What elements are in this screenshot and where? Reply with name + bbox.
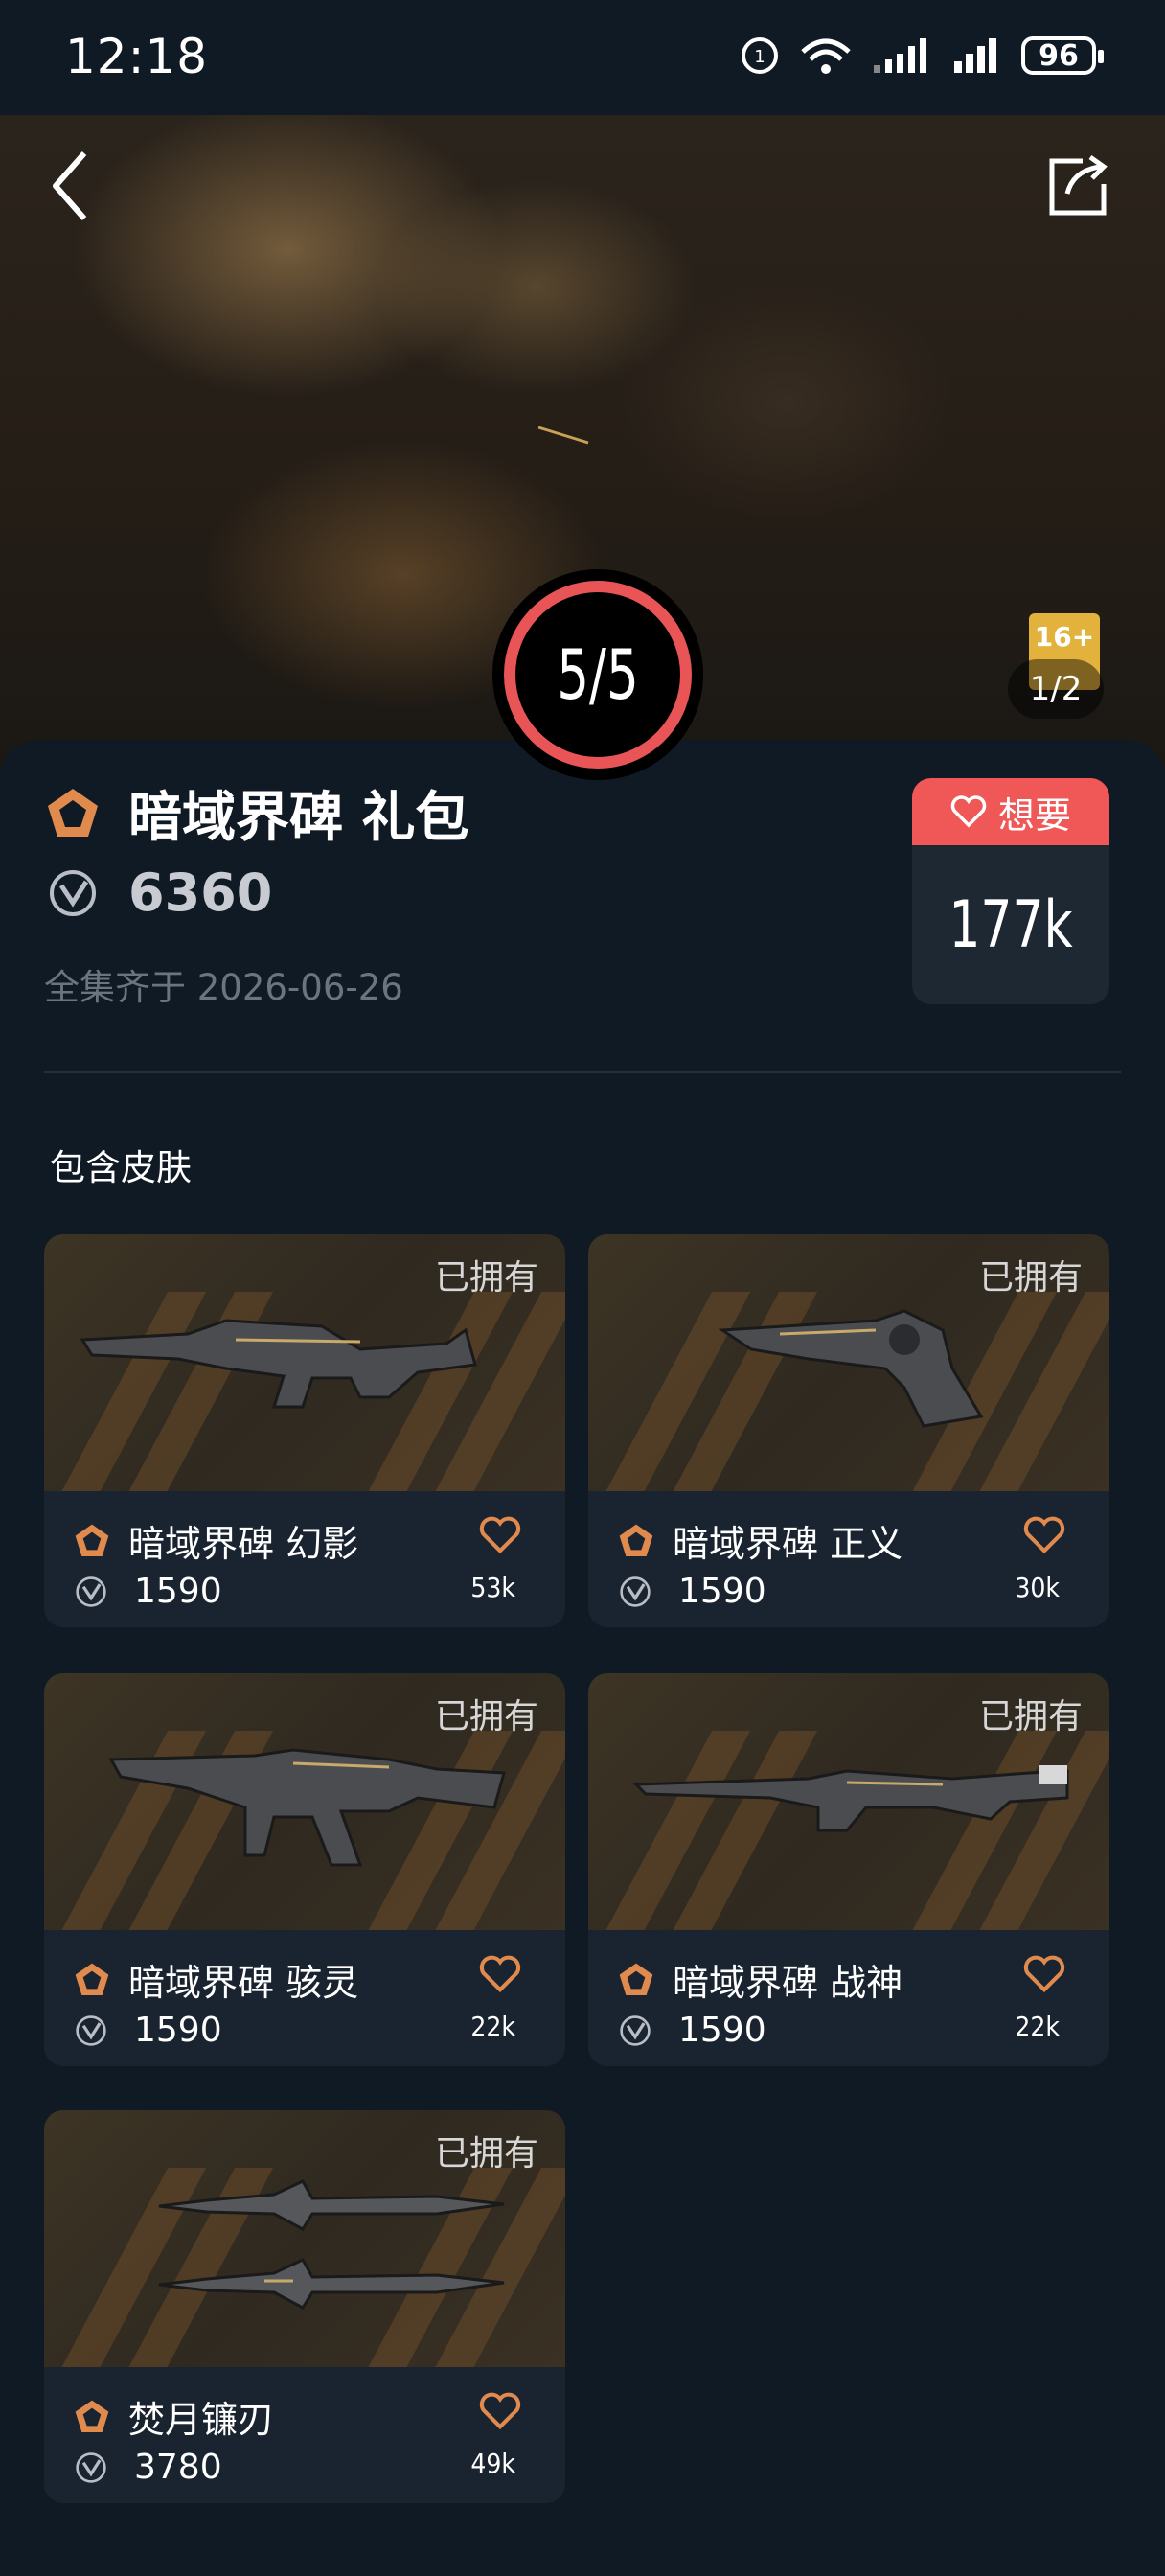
heart-icon[interactable] [1023, 1955, 1065, 1993]
owned-label: 已拥有 [434, 1697, 538, 1736]
skin-price: 1590 [134, 1572, 222, 1611]
wifi-icon [801, 38, 851, 74]
vp-currency-icon [76, 1576, 106, 1607]
heart-icon[interactable] [1023, 1516, 1065, 1554]
owned-label: 已拥有 [978, 1258, 1083, 1298]
skin-price: 1590 [678, 2011, 766, 2050]
skin-card[interactable]: 已拥有 暗域界碑 战神 1590 22k [588, 1673, 1109, 2066]
status-icons: 1 96 [740, 34, 1104, 77]
signal-icon [954, 38, 996, 73]
skin-name-row: 暗域界碑 战神 [617, 1953, 902, 2006]
skin-image: 已拥有 [44, 2110, 565, 2367]
skin-name-row: 焚月镰刃 [73, 2390, 274, 2443]
skin-image: 已拥有 [44, 1673, 565, 1930]
bundle-panel: 暗域界碑 礼包 6360 全集齐于 2026-06-26 想要 177k 包含皮… [0, 740, 1165, 2576]
skin-likes: 22k [470, 2011, 515, 2042]
bundle-title: 暗域界碑 礼包 [128, 787, 469, 849]
heart-icon[interactable] [479, 1516, 521, 1554]
skin-name: 暗域界碑 战神 [673, 1962, 903, 2004]
want-label: 想要 [997, 794, 1071, 837]
bundle-title-row: 暗域界碑 礼包 [44, 774, 469, 852]
skin-price: 1590 [134, 2011, 222, 2050]
rifle-image [80, 1319, 477, 1409]
bundle-price-row: 6360 [48, 862, 272, 923]
pistol-image [718, 1309, 984, 1428]
status-bar: 12:18 1 96 [0, 0, 1165, 115]
skin-name-row: 暗域界碑 正义 [617, 1514, 902, 1567]
heart-icon[interactable] [479, 2392, 521, 2430]
skin-card[interactable]: 已拥有 暗域界碑 正义 1590 30k [588, 1234, 1109, 1627]
skin-price-row: 1590 [619, 1572, 766, 1611]
vp-currency-icon [50, 869, 96, 916]
heart-icon[interactable] [479, 1955, 521, 1993]
tier-icon [48, 788, 98, 837]
svg-text:1: 1 [754, 47, 765, 67]
collected-date: 全集齐于 2026-06-26 [44, 967, 403, 1008]
vp-currency-icon [76, 2451, 106, 2483]
page-indicator: 1/2 [1008, 659, 1104, 719]
skin-price-row: 3780 [75, 2448, 222, 2487]
vp-currency-icon [76, 2014, 106, 2046]
skin-likes: 22k [1015, 2011, 1060, 2042]
skin-price-row: 1590 [75, 2011, 222, 2050]
skin-image: 已拥有 [588, 1673, 1109, 1930]
skin-likes: 53k [470, 1572, 515, 1603]
skin-price-row: 1590 [75, 1572, 222, 1611]
skin-card[interactable]: 已拥有 暗域界碑 骇灵 1590 22k [44, 1673, 565, 2066]
tier-icon [75, 1524, 109, 1556]
skin-name: 暗域界碑 骇灵 [128, 1962, 359, 2004]
bundle-price: 6360 [128, 862, 273, 923]
divider [44, 1071, 1121, 1073]
skin-name-row: 暗域界碑 骇灵 [73, 1953, 358, 2006]
owned-label: 已拥有 [978, 1697, 1083, 1736]
heart-icon [950, 795, 987, 828]
want-count: 177k [948, 886, 1073, 963]
skin-image: 已拥有 [588, 1234, 1109, 1491]
owned-label: 已拥有 [434, 1258, 538, 1298]
progress-text: 5/5 [557, 634, 639, 715]
tier-icon [75, 1963, 109, 1995]
smg-image [108, 1748, 506, 1867]
spark [537, 426, 589, 445]
skin-likes: 49k [470, 2448, 515, 2479]
skin-name: 暗域界碑 正义 [673, 1523, 903, 1565]
skin-name: 暗域界碑 幻影 [128, 1523, 359, 1565]
battery-indicator: 96 [1021, 36, 1104, 75]
vp-currency-icon [620, 1576, 651, 1607]
back-arrow-icon[interactable] [46, 148, 103, 224]
status-time: 12:18 [65, 29, 209, 84]
signal-weak-icon [874, 38, 926, 73]
tier-icon [619, 1524, 653, 1556]
skin-card[interactable]: 已拥有 暗域界碑 幻影 1590 53k [44, 1234, 565, 1627]
skin-price-row: 1590 [619, 2011, 766, 2050]
skin-card[interactable]: 已拥有 焚月镰刃 3780 49k [44, 2110, 565, 2503]
hd-voice-icon: 1 [742, 37, 778, 74]
knife-image [158, 2179, 505, 2310]
collection-progress: 5/5 [492, 569, 703, 780]
skin-likes: 30k [1015, 1572, 1060, 1603]
section-title: 包含皮肤 [50, 1147, 192, 1188]
tier-icon [619, 1963, 653, 1995]
skin-name: 焚月镰刃 [128, 2399, 275, 2441]
tier-icon [75, 2400, 109, 2432]
skin-name-row: 暗域界碑 幻影 [73, 1514, 358, 1567]
share-icon[interactable] [1044, 151, 1111, 218]
skin-image: 已拥有 [44, 1234, 565, 1491]
vp-currency-icon [620, 2014, 651, 2046]
skin-price: 3780 [134, 2448, 222, 2487]
sniper-rifle-image [632, 1765, 1069, 1832]
want-button[interactable]: 想要 177k [912, 778, 1109, 1004]
owned-label: 已拥有 [434, 2134, 538, 2174]
skin-price: 1590 [678, 1572, 766, 1611]
want-header: 想要 [912, 778, 1109, 845]
